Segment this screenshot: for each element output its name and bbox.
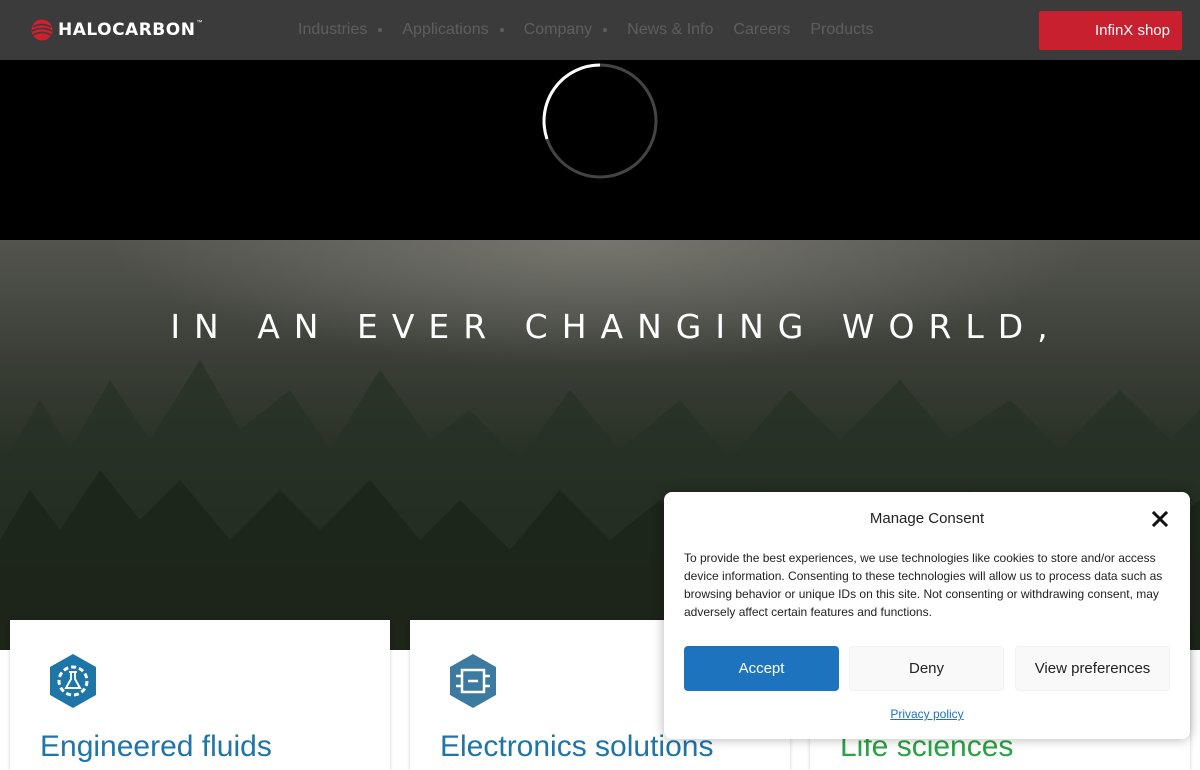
nav-item-products[interactable]: Products <box>810 21 873 39</box>
consent-message: To provide the best experiences, we use … <box>684 551 1163 619</box>
consent-dialog: Manage Consent To provide the best exper… <box>664 492 1190 739</box>
view-preferences-button[interactable]: View preferences <box>1015 646 1170 691</box>
deny-button[interactable]: Deny <box>849 646 1004 691</box>
dropdown-dot-icon <box>499 28 504 32</box>
infinx-shop-button[interactable]: InfinX shop <box>1039 11 1182 50</box>
circuit-chip-icon <box>450 654 496 708</box>
nav-item-label: Industries <box>298 21 368 38</box>
privacy-policy-link[interactable]: Privacy policy <box>664 707 1190 721</box>
main-nav: Industries Applications Company News & I… <box>298 0 893 60</box>
nav-item-news-info[interactable]: News & Info <box>627 21 713 39</box>
globe-logo-icon <box>31 19 53 41</box>
nav-item-label: Company <box>523 21 593 38</box>
dropdown-dot-icon <box>603 28 608 32</box>
nav-item-label: Products <box>810 21 874 38</box>
logo-trademark: ™ <box>196 20 203 26</box>
nav-item-industries[interactable]: Industries <box>298 21 383 39</box>
card-title: Engineered fluids <box>40 730 272 763</box>
halocarbon-logo[interactable]: HALOCARBON ™ <box>30 18 202 42</box>
nav-item-applications[interactable]: Applications <box>402 21 504 39</box>
flask-gear-icon <box>50 654 96 708</box>
nav-item-label: Careers <box>733 21 791 38</box>
card-engineered-fluids[interactable]: Engineered fluids <box>10 620 390 770</box>
loading-spinner-icon <box>542 63 658 179</box>
consent-title: Manage Consent <box>869 510 985 527</box>
nav-item-company[interactable]: Company <box>523 21 608 39</box>
nav-item-label: Applications <box>402 21 489 38</box>
hero-heading: IN AN EVER CHANGING WORLD, <box>170 307 1062 346</box>
nav-item-label: News & Info <box>627 21 714 38</box>
nav-item-careers[interactable]: Careers <box>733 21 790 39</box>
site-header: HALOCARBON ™ Industries Applications Com… <box>0 0 1200 60</box>
dropdown-dot-icon <box>378 28 383 32</box>
loading-overlay <box>0 60 1200 240</box>
close-icon[interactable] <box>1150 509 1170 529</box>
logo-wordmark: HALOCARBON <box>58 20 196 40</box>
accept-button[interactable]: Accept <box>684 646 839 691</box>
